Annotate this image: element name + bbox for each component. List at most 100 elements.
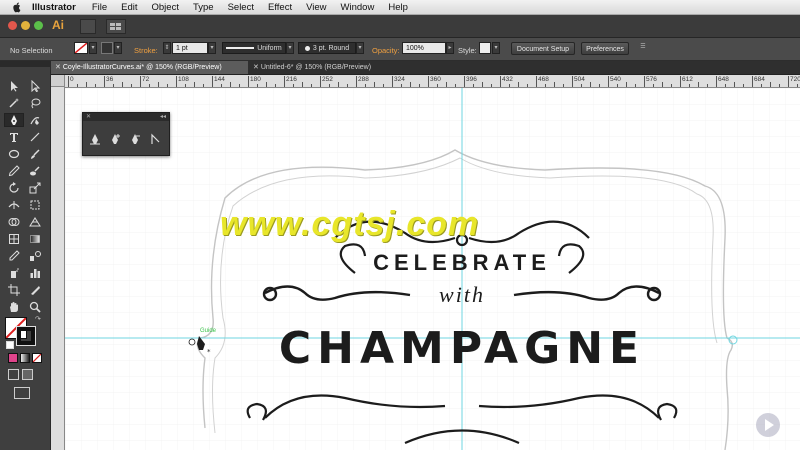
- gradient-mode-button[interactable]: [20, 353, 30, 363]
- panel-collapse-icon[interactable]: ◂◂: [160, 113, 166, 121]
- tab-close-icon[interactable]: ✕: [55, 64, 61, 71]
- panel-delete-anchor-tool[interactable]: [127, 131, 143, 147]
- profile-dropdown[interactable]: ▾: [286, 42, 294, 54]
- menu-select[interactable]: Select: [228, 2, 254, 13]
- mesh-tool[interactable]: [4, 232, 24, 246]
- type-tool[interactable]: [4, 130, 24, 144]
- apple-icon[interactable]: [12, 1, 22, 13]
- preferences-button[interactable]: Preferences: [581, 42, 629, 55]
- fill-swatch[interactable]: [74, 42, 88, 54]
- arrange-documents-button[interactable]: [106, 19, 126, 34]
- menu-app-name[interactable]: Illustrator: [32, 2, 76, 13]
- pencil-tool[interactable]: [4, 164, 24, 178]
- artboard-canvas[interactable]: CELEBRATE with CHAMPAGNE Guide *: [65, 88, 800, 450]
- ruler-origin[interactable]: [51, 75, 65, 87]
- shape-builder-tool[interactable]: [4, 215, 24, 229]
- lasso-tool[interactable]: [25, 96, 45, 110]
- ruler-minor-tick: [383, 84, 384, 87]
- symbol-sprayer-tool[interactable]: [4, 266, 24, 280]
- magic-wand-tool[interactable]: [4, 96, 24, 110]
- menu-type[interactable]: Type: [193, 2, 214, 13]
- play-button[interactable]: [756, 413, 780, 437]
- ruler-minor-tick: [545, 84, 546, 87]
- stroke-dropdown[interactable]: ▾: [114, 42, 122, 54]
- scale-tool[interactable]: [25, 181, 45, 195]
- menu-file[interactable]: File: [92, 2, 107, 13]
- profile-label: Uniform: [257, 45, 282, 52]
- ruler-minor-tick: [257, 84, 258, 87]
- add-anchor-icon: [112, 134, 120, 144]
- opacity-field[interactable]: 100%: [402, 42, 446, 54]
- scale-icon: [29, 182, 41, 194]
- color-mode-button[interactable]: [8, 353, 18, 363]
- panel-header[interactable]: ✕ ◂◂: [83, 113, 169, 121]
- bridge-button[interactable]: [80, 19, 96, 34]
- free-transform-tool[interactable]: [25, 198, 45, 212]
- tools-panel: ↷: [0, 61, 51, 450]
- stroke-weight-dropdown[interactable]: ▾: [208, 42, 216, 54]
- tab-untitled-6[interactable]: ✕ Untitled-6* @ 150% (RGB/Preview): [249, 61, 439, 74]
- paintbrush-tool[interactable]: [25, 147, 45, 161]
- rotate-tool[interactable]: [4, 181, 24, 195]
- ruler-minor-tick: [293, 84, 294, 87]
- direct-selection-tool[interactable]: [25, 79, 45, 93]
- close-window-button[interactable]: [8, 21, 17, 30]
- panel-close-icon[interactable]: ✕: [86, 114, 91, 120]
- variable-width-profile[interactable]: Uniform: [222, 42, 286, 54]
- menu-effect[interactable]: Effect: [268, 2, 292, 13]
- stroke-color-box[interactable]: [16, 326, 36, 346]
- panel-add-anchor-tool[interactable]: [107, 131, 123, 147]
- zoom-tool[interactable]: [25, 300, 45, 314]
- perspective-grid-tool[interactable]: [25, 215, 45, 229]
- draw-normal-button[interactable]: [8, 369, 19, 380]
- ruler-major-tick: [212, 76, 213, 87]
- menu-object[interactable]: Object: [152, 2, 179, 13]
- menu-window[interactable]: Window: [341, 2, 375, 13]
- opacity-label[interactable]: Opacity:: [372, 46, 400, 55]
- swap-colors-icon[interactable]: ↷: [35, 315, 41, 323]
- draw-behind-button[interactable]: [22, 369, 33, 380]
- panel-pen-tool[interactable]: [87, 131, 103, 147]
- vertical-ruler[interactable]: [51, 87, 65, 450]
- tab-coyle-illustrator-curves[interactable]: ✕ Coyle-IllustratorCurves.ai* @ 150% (RG…: [51, 61, 248, 74]
- slice-tool[interactable]: [25, 283, 45, 297]
- blend-tool[interactable]: [25, 249, 45, 263]
- stroke-weight-field[interactable]: 1 pt: [172, 42, 208, 54]
- minimize-window-button[interactable]: [21, 21, 30, 30]
- screen-mode-button[interactable]: [14, 387, 30, 399]
- hand-tool[interactable]: [4, 300, 24, 314]
- panel-menu-icon[interactable]: ☰: [636, 42, 650, 54]
- document-setup-button[interactable]: Document Setup: [511, 42, 575, 55]
- menu-view[interactable]: View: [306, 2, 326, 13]
- style-dropdown[interactable]: ▾: [492, 42, 500, 54]
- column-graph-tool[interactable]: [25, 266, 45, 280]
- graphic-style-swatch[interactable]: [479, 42, 491, 54]
- blob-brush-tool[interactable]: [25, 164, 45, 178]
- fill-dropdown[interactable]: ▾: [89, 42, 97, 54]
- stroke-weight-stepper[interactable]: ⇕: [163, 42, 171, 54]
- brush-definition[interactable]: 3 pt. Round: [298, 42, 356, 54]
- menu-help[interactable]: Help: [388, 2, 408, 13]
- ruler-minor-tick: [221, 84, 222, 87]
- pen-tool[interactable]: [4, 113, 24, 127]
- default-colors-icon[interactable]: [6, 341, 14, 349]
- ruler-minor-tick: [158, 82, 159, 87]
- zoom-window-button[interactable]: [34, 21, 43, 30]
- tab-close-icon[interactable]: ✕: [253, 64, 259, 71]
- artboard-tool[interactable]: [4, 283, 24, 297]
- line-segment-tool[interactable]: [25, 130, 45, 144]
- width-tool[interactable]: [4, 198, 24, 212]
- menu-edit[interactable]: Edit: [121, 2, 137, 13]
- eyedropper-tool[interactable]: [4, 249, 24, 263]
- panel-anchor-point-tool[interactable]: [147, 131, 163, 147]
- opacity-dropdown[interactable]: ▸: [446, 42, 454, 54]
- curvature-tool[interactable]: [25, 113, 45, 127]
- brush-dropdown[interactable]: ▾: [356, 42, 364, 54]
- ellipse-tool[interactable]: [4, 147, 24, 161]
- none-mode-button[interactable]: [32, 353, 42, 363]
- horizontal-ruler[interactable]: 0 36 72 108 144 180 216 252 288 324 360 396 432 468 50…: [65, 75, 800, 88]
- gradient-tool[interactable]: [25, 232, 45, 246]
- selection-tool[interactable]: [4, 79, 24, 93]
- stroke-label[interactable]: Stroke:: [134, 46, 158, 55]
- stroke-swatch[interactable]: [101, 42, 113, 54]
